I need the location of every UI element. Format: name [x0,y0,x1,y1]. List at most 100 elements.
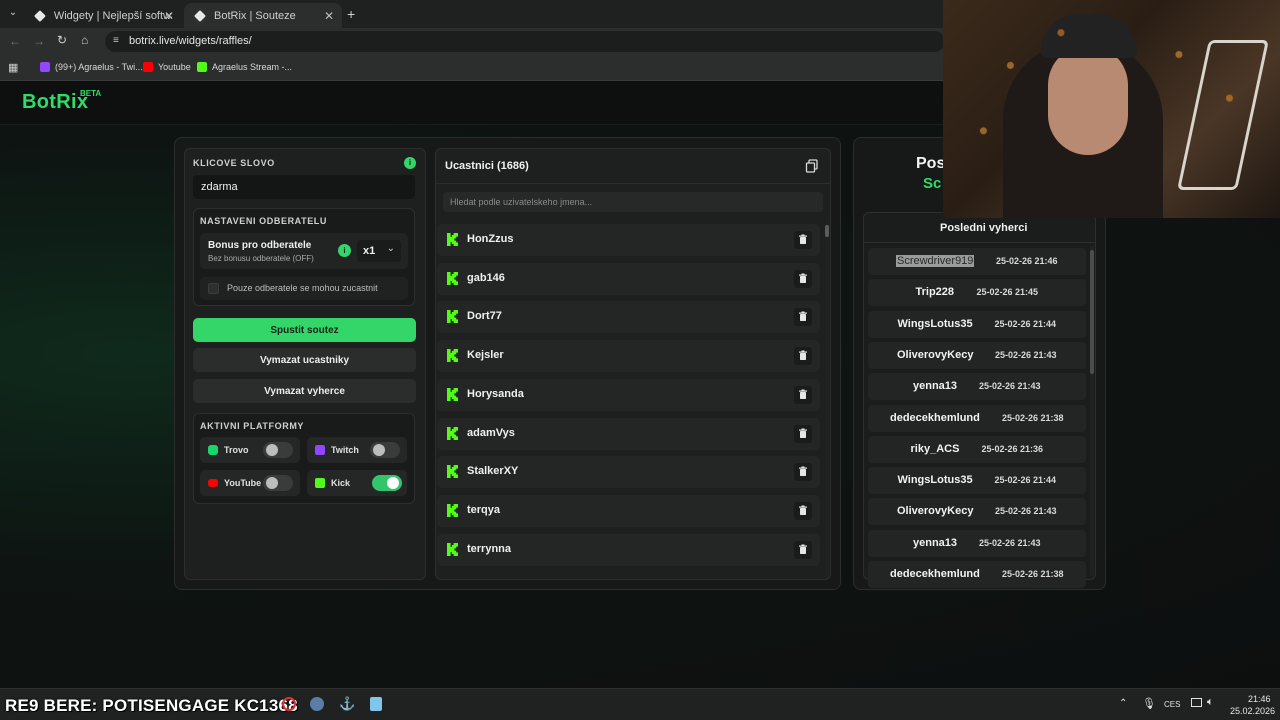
bonus-subtitle: Bez bonusu odberatele (OFF) [208,254,314,263]
winners-scrollbar[interactable] [1090,246,1094,576]
winner-name: WingsLotus35 [897,317,973,330]
bonus-info-icon[interactable]: i [338,244,351,257]
winner-row[interactable]: yenna13 25-02-26 21:43 [868,529,1086,557]
tray-chevron-up-icon[interactable]: ⌃ [1119,698,1127,709]
close-tab-icon[interactable]: ✕ [324,9,334,23]
bookmark-kick[interactable]: Agraelus Stream -... [197,62,292,72]
steam-icon[interactable] [310,697,324,711]
scrollbar-thumb[interactable] [825,225,829,237]
tab-list-chevron-icon[interactable]: ⌄ [6,7,20,21]
back-icon[interactable]: ← [9,34,21,48]
winner-row[interactable]: WingsLotus35 25-02-26 21:44 [868,467,1086,495]
winners-list-title: Posledni vyherci [940,222,1028,234]
forward-icon[interactable]: → [33,34,45,48]
delete-participant-button[interactable] [794,308,812,327]
tab-widgety[interactable]: Widgety | Nejlepší software pro ✕ [24,3,182,28]
winner-name: riky_ACS [910,442,960,455]
kick-toggle[interactable] [372,475,402,491]
twitch-toggle[interactable] [370,442,400,458]
participant-name: gab146 [467,271,505,284]
participant-row[interactable]: Dort77 [437,301,820,334]
participant-row[interactable]: terqya [437,494,820,527]
speaker-icon[interactable]: 🔈︎ [1207,696,1214,709]
winner-row[interactable]: riky_ACS 25-02-26 21:36 [868,435,1086,463]
chevron-down-icon: ⌄ [386,243,395,254]
twitch-icon [315,445,325,455]
bonus-title: Bonus pro odberatele [208,240,312,251]
participant-row[interactable]: Horysanda [437,378,820,411]
bonus-row: Bonus pro odberatele Bez bonusu odberate… [200,233,408,269]
winners-card-title: Pos [916,155,946,172]
trash-icon [799,311,807,322]
info-icon[interactable]: i [404,157,416,169]
home-icon[interactable]: ⌂ [81,33,88,47]
trovo-toggle[interactable] [263,442,293,458]
clear-participants-button[interactable]: Vymazat ucastniky [193,348,416,372]
delete-participant-button[interactable] [794,463,812,482]
delete-participant-button[interactable] [794,347,812,366]
bookmark-youtube[interactable]: Youtube [143,62,191,72]
keyword-input[interactable]: zdarma [193,175,415,199]
microphone-icon[interactable]: 🎙︎ [1142,697,1156,710]
participant-row[interactable]: StalkerXY [437,456,820,489]
site-info-icon[interactable]: ≡ [113,35,119,46]
monitor-icon[interactable] [1191,698,1202,707]
participant-row[interactable]: HonZzus [437,224,820,256]
delete-participant-button[interactable] [794,540,812,559]
kick-icon [447,310,458,324]
winner-row[interactable]: Trip228 25-02-26 21:45 [868,279,1086,307]
copy-icon[interactable] [805,159,819,173]
participant-search-input[interactable]: Hledat podle uzivatelskeho jmena... [443,192,823,212]
winner-row[interactable]: dedecekhemlund 25-02-26 21:38 [868,404,1086,432]
winner-row[interactable]: Screwdriver919 25-02-26 21:46 [868,248,1086,275]
anchor-icon[interactable]: ⚓ [339,696,355,712]
language-indicator[interactable]: CES [1164,700,1180,709]
youtube-toggle[interactable] [263,475,293,491]
participant-row[interactable]: gab146 [437,262,820,295]
winner-date: 25-02-26 21:36 [981,443,1044,454]
twitch-icon [40,62,50,72]
scrollbar-thumb[interactable] [1090,250,1094,374]
trash-icon [799,544,807,554]
taskbar-app-icon[interactable] [282,697,296,711]
winner-row[interactable]: WingsLotus35 25-02-26 21:44 [868,310,1086,338]
kick-icon [447,271,458,285]
delete-participant-button[interactable] [794,424,812,443]
platform-twitch: Twitch [307,437,407,463]
kick-icon [447,465,458,479]
delete-participant-button[interactable] [794,385,812,404]
delete-participant-button[interactable] [794,231,812,249]
botrix-logo[interactable]: BotRix [22,91,88,114]
start-raffle-button[interactable]: Spustit soutez [193,318,416,342]
subs-only-checkbox[interactable] [208,283,219,294]
clock-time[interactable]: 21:46 [1248,694,1271,704]
new-tab-icon[interactable]: + [347,6,355,22]
apps-grid-icon[interactable]: ▦ [8,61,18,74]
delete-participant-button[interactable] [794,501,812,520]
participant-row[interactable]: terrynna [437,533,820,566]
url-field[interactable]: ≡ botrix.live/widgets/raffles/ [105,31,945,52]
bookmark-twitch[interactable]: (99+) Agraelus - Twi... [40,62,143,72]
participants-scrollbar[interactable] [825,223,829,578]
winner-name: OliverovyKecy [897,348,974,361]
clock-date[interactable]: 25.02.2026 [1230,706,1275,716]
participant-row[interactable]: Kejsler [437,340,820,373]
participant-row[interactable]: adamVys [437,417,820,450]
bonus-multiplier-select[interactable]: x1 ⌄ [357,240,401,262]
delete-participant-button[interactable] [794,269,812,288]
winner-row[interactable]: OliverovyKecy 25-02-26 21:43 [868,498,1086,526]
clear-winners-button[interactable]: Vymazat vyherce [193,379,416,403]
close-tab-icon[interactable]: ✕ [164,9,174,23]
winner-row[interactable]: yenna13 25-02-26 21:43 [868,373,1086,401]
trash-icon [799,350,807,361]
winner-row[interactable]: dedecekhemlund 25-02-26 21:38 [868,561,1086,588]
participant-name: terrynna [467,542,512,555]
string-lights [943,0,1280,218]
tab-botrix-souteze[interactable]: BotRix | Souteze ✕ [184,3,342,28]
kick-icon [447,387,458,401]
notepad-icon[interactable] [370,697,382,711]
kick-icon [447,349,458,363]
winner-row[interactable]: OliverovyKecy 25-02-26 21:43 [868,341,1086,369]
winners-divider [863,242,1096,243]
reload-icon[interactable]: ↻ [57,33,67,47]
